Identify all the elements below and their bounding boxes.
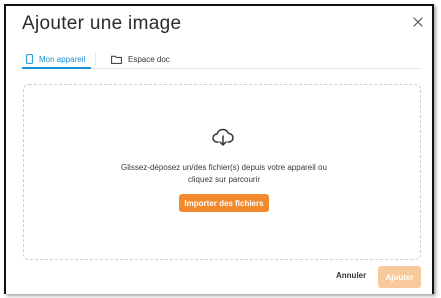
cancel-button[interactable]: Annuler	[336, 271, 366, 280]
dropzone-instructions: Glissez-déposez un/des fichier(s) depuis…	[102, 162, 346, 186]
import-files-button[interactable]: Importer des fichiers	[179, 194, 269, 212]
tab-mon-appareil[interactable]: Mon appareil	[21, 50, 92, 69]
cloud-upload-icon	[212, 128, 234, 146]
dropzone-text-line2: cliquez sur parcourir	[187, 175, 261, 184]
dialog-title: Ajouter une image	[22, 13, 182, 34]
tab-label: Mon appareil	[39, 54, 86, 64]
folder-icon	[111, 55, 122, 64]
tab-divider	[95, 52, 96, 66]
tab-label: Espace doc	[128, 54, 170, 64]
add-button[interactable]: Ajouter	[378, 266, 421, 288]
close-icon[interactable]	[413, 17, 423, 27]
tab-espace-doc[interactable]: Espace doc	[111, 50, 170, 68]
tab-bar: Mon appareil Espace doc	[21, 50, 420, 69]
mobile-device-icon	[26, 54, 33, 64]
dropzone-text-line1: Glissez-déposez un/des fichier(s) depuis…	[121, 163, 327, 172]
